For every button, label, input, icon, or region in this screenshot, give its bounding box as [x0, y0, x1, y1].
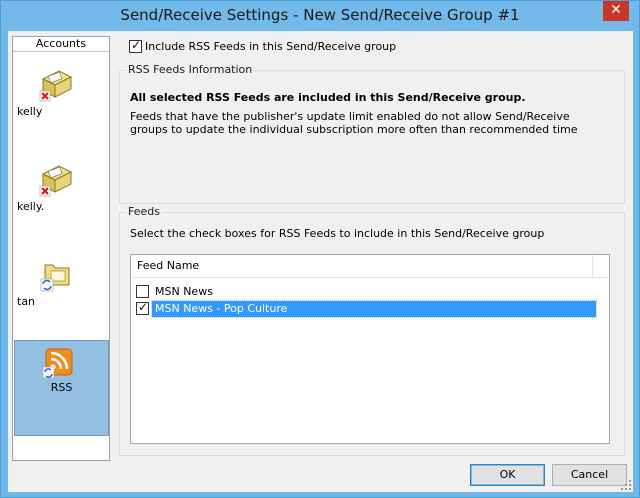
account-item-tan[interactable]: tan [13, 243, 109, 338]
mail-account-error-icon [39, 70, 73, 102]
rss-info-bold: All selected RSS Feeds are included in t… [130, 91, 526, 104]
accounts-panel: Accounts kelly kelly. tan RSS [12, 36, 110, 461]
feed-name[interactable]: MSN News [152, 284, 216, 300]
feed-checkbox[interactable]: ✓ [136, 300, 149, 315]
feed-list-header: Feed Name [131, 255, 609, 278]
rss-info-group: RSS Feeds Information All selected RSS F… [119, 63, 625, 204]
rss-info-title: RSS Feeds Information [126, 63, 255, 76]
folder-sync-icon [40, 264, 70, 292]
include-rss-label: Include RSS Feeds in this Send/Receive g… [145, 39, 397, 53]
resize-grip-icon[interactable] [621, 480, 631, 490]
feed-list[interactable]: Feed Name MSN News ✓ MSN News - Pop Cult… [130, 254, 610, 444]
dialog-window: Send/Receive Settings - New Send/Receive… [0, 0, 640, 498]
title-bar[interactable]: Send/Receive Settings - New Send/Receive… [1, 1, 639, 31]
account-label: RSS [50, 381, 73, 394]
accounts-header: Accounts [13, 37, 109, 52]
rss-info-text: Feeds that have the publisher's update l… [130, 110, 578, 136]
account-label: tan [17, 295, 36, 308]
rss-sync-icon [43, 348, 73, 379]
column-header-feed-name[interactable]: Feed Name [131, 255, 593, 278]
account-item-kelly2[interactable]: kelly. [13, 148, 109, 243]
mail-account-error-icon [39, 165, 73, 197]
account-item-rss[interactable]: RSS [14, 340, 109, 436]
feeds-title: Feeds [126, 205, 162, 218]
account-label: kelly. [17, 200, 45, 213]
account-label: kelly [17, 105, 43, 118]
cancel-button[interactable]: Cancel [552, 464, 627, 486]
feed-name[interactable]: MSN News - Pop Culture [151, 300, 597, 318]
feeds-group: Feeds Select the check boxes for RSS Fee… [119, 205, 625, 456]
close-button[interactable]: ✕ [603, 1, 629, 21]
include-rss-row[interactable]: ✓ Include RSS Feeds in this Send/Receive … [129, 38, 397, 53]
feed-row[interactable]: MSN News [136, 284, 596, 300]
close-icon: ✕ [610, 2, 622, 18]
account-item-kelly[interactable]: kelly [13, 53, 109, 148]
include-rss-checkbox[interactable]: ✓ [129, 38, 142, 53]
feeds-instructions: Select the check boxes for RSS Feeds to … [130, 227, 545, 240]
dialog-client: Accounts kelly kelly. tan RSS ✓ Include … [8, 31, 633, 492]
feed-checkbox[interactable] [136, 285, 149, 298]
feed-row[interactable]: ✓ MSN News - Pop Culture [136, 300, 597, 318]
ok-button[interactable]: OK [470, 464, 545, 486]
window-title: Send/Receive Settings - New Send/Receive… [120, 6, 520, 24]
